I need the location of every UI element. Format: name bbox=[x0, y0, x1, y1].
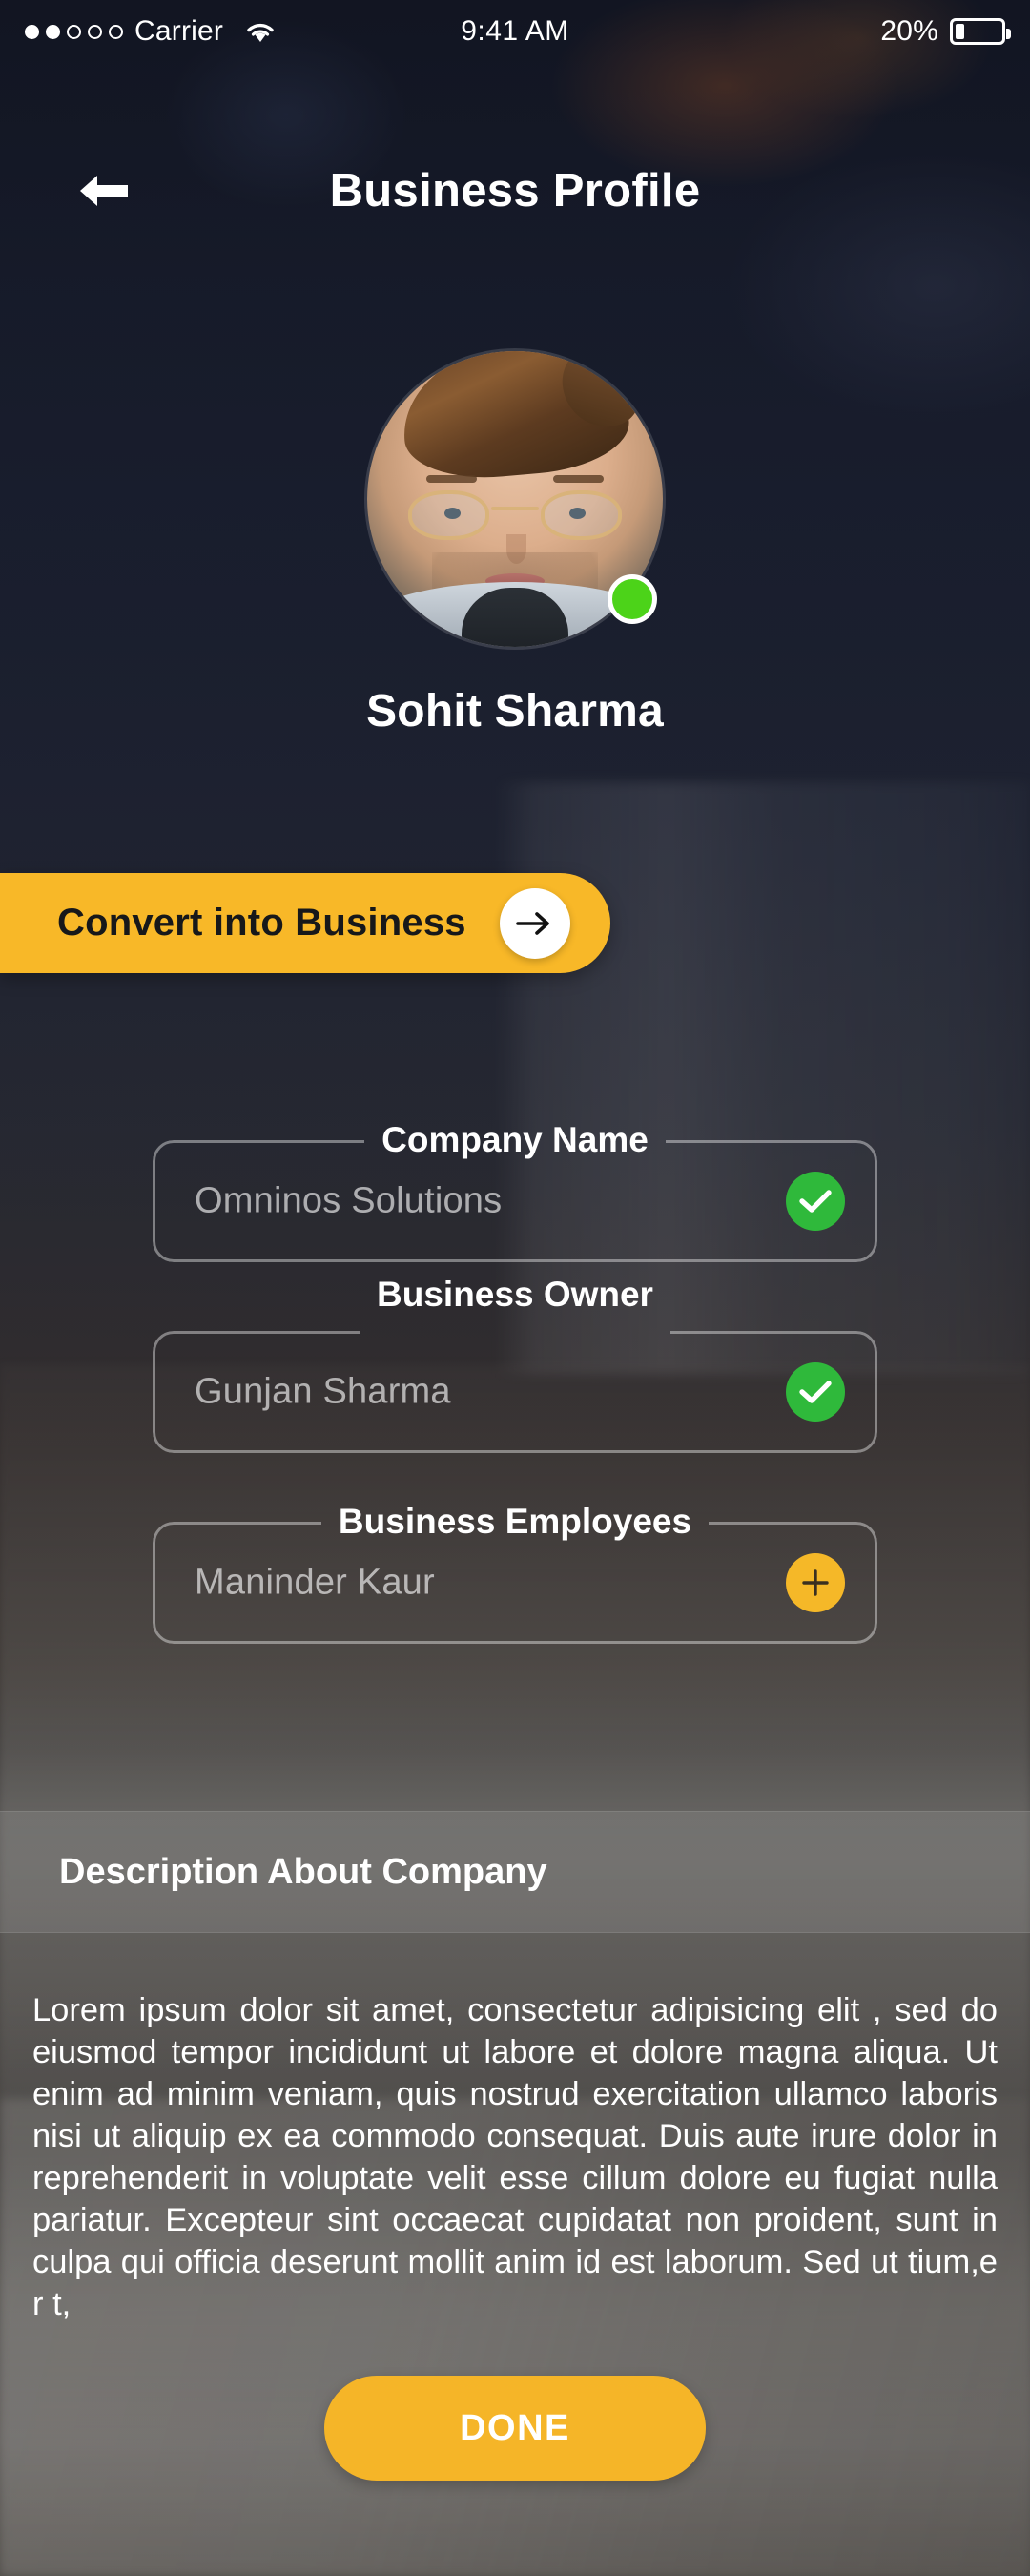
avatar-glasses bbox=[408, 489, 622, 541]
plus-icon[interactable] bbox=[786, 1553, 845, 1612]
field-business-employees[interactable]: Business Employees Maninder Kaur bbox=[153, 1502, 877, 1644]
business-form: Company Name Omninos Solutions Business … bbox=[0, 1120, 1030, 1713]
field-business-owner[interactable]: Business Owner Gunjan Sharma bbox=[153, 1275, 877, 1453]
field-value[interactable]: Gunjan Sharma bbox=[195, 1372, 451, 1413]
description-heading-band: Description About Company bbox=[0, 1811, 1030, 1933]
status-bar-right: 20% bbox=[668, 15, 1030, 48]
clock: 9:41 AM bbox=[461, 15, 569, 47]
description-heading: Description About Company bbox=[59, 1851, 547, 1892]
field-value[interactable]: Maninder Kaur bbox=[195, 1563, 435, 1604]
page-header: Business Profile bbox=[0, 143, 1030, 239]
done-button-label: DONE bbox=[460, 2407, 570, 2448]
done-button[interactable]: DONE bbox=[324, 2376, 706, 2481]
profile-name: Sohit Sharma bbox=[366, 686, 664, 737]
check-icon[interactable] bbox=[786, 1362, 845, 1422]
avatar[interactable] bbox=[367, 351, 663, 647]
back-button[interactable] bbox=[72, 164, 133, 218]
field-company-name[interactable]: Company Name Omninos Solutions bbox=[153, 1120, 877, 1262]
field-label: Business Employees bbox=[338, 1502, 692, 1541]
avatar-brow-left bbox=[426, 475, 477, 484]
carrier-label: Carrier bbox=[134, 15, 224, 47]
online-status-badge bbox=[608, 574, 657, 624]
arrow-right-icon bbox=[500, 887, 570, 959]
field-label: Business Owner bbox=[377, 1275, 653, 1314]
description-body: Lorem ipsum dolor sit amet, consectetur … bbox=[32, 1992, 998, 2322]
avatar-hair bbox=[397, 351, 633, 486]
page-title: Business Profile bbox=[329, 165, 701, 217]
status-bar-left: Carrier bbox=[0, 15, 362, 48]
convert-into-business-button[interactable]: Convert into Business bbox=[0, 873, 610, 973]
field-value[interactable]: Omninos Solutions bbox=[195, 1181, 502, 1222]
status-bar: Carrier 9:41 AM 20% bbox=[0, 0, 1030, 63]
field-label: Company Name bbox=[381, 1120, 649, 1159]
battery-icon bbox=[950, 18, 1011, 45]
avatar-brow-right bbox=[553, 475, 604, 484]
check-icon[interactable] bbox=[786, 1172, 845, 1231]
convert-button-label: Convert into Business bbox=[57, 902, 466, 944]
wifi-icon bbox=[247, 23, 274, 42]
arrow-left-icon bbox=[80, 176, 128, 206]
battery-percent-label: 20% bbox=[880, 15, 938, 47]
app-screen: Carrier 9:41 AM 20% Business Profile Soh… bbox=[0, 0, 1030, 2576]
signal-strength-icon bbox=[25, 24, 123, 39]
